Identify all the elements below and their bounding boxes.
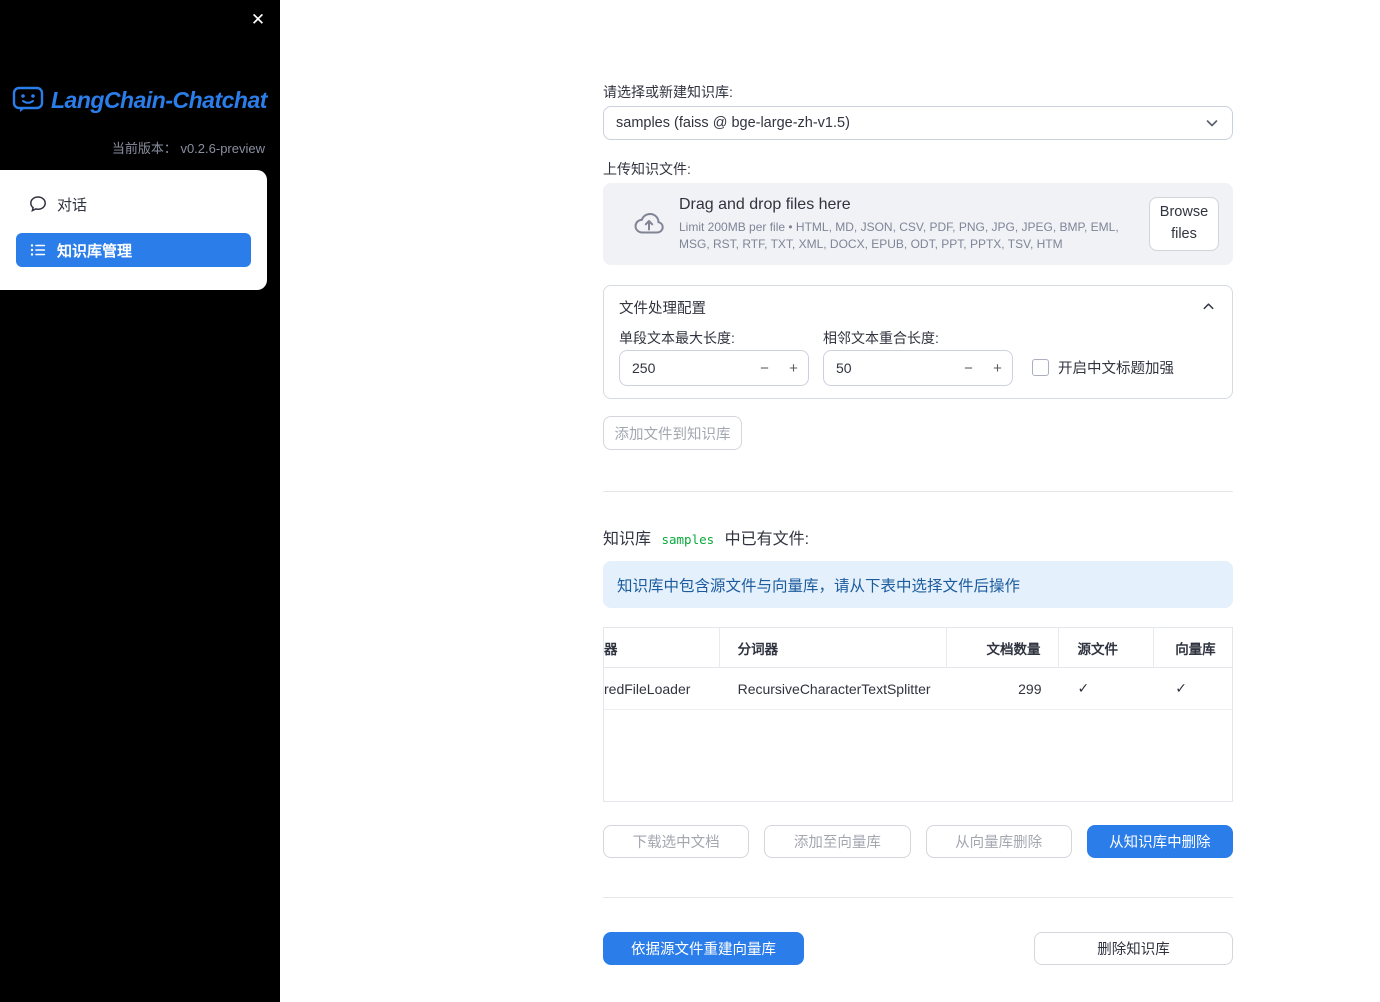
overlap-input[interactable]: 50 − + xyxy=(823,350,1013,386)
upload-label: 上传知识文件: xyxy=(603,161,691,177)
delete-from-vector-store-button[interactable]: 从向量库删除 xyxy=(925,825,1072,858)
cell-doc-count: 299 xyxy=(1018,680,1042,697)
table-header-row: 器 分词器 文档数量 源文件 向量库 xyxy=(604,628,1232,668)
chevron-up-icon[interactable] xyxy=(1201,299,1216,314)
sidebar-menu: 对话 知识库管理 xyxy=(0,170,267,290)
table-row[interactable]: redFileLoader RecursiveCharacterTextSpli… xyxy=(604,668,1232,710)
file-action-buttons: 下载选中文档 添加至向量库 从向量库删除 从知识库中删除 xyxy=(603,825,1233,858)
chevron-down-icon xyxy=(1204,115,1220,131)
add-to-vector-store-button[interactable]: 添加至向量库 xyxy=(764,825,911,858)
files-table[interactable]: 器 分词器 文档数量 源文件 向量库 redFileLoader Recursi… xyxy=(603,627,1233,802)
kb-select-value: samples (faiss @ bge-large-zh-v1.5) xyxy=(616,115,850,131)
info-message: 知识库中包含源文件与向量库，请从下表中选择文件后操作 xyxy=(603,561,1233,608)
kb-name-code: samples xyxy=(661,532,715,547)
cloud-upload-icon xyxy=(631,209,667,239)
checkbox-label: 开启中文标题加强 xyxy=(1058,361,1174,377)
increment-button[interactable]: + xyxy=(983,351,1012,385)
overlap-value: 50 xyxy=(836,360,852,376)
menu-item-label: 对话 xyxy=(57,196,88,214)
version-label: 当前版本： v0.2.6-preview xyxy=(111,141,265,156)
file-config-expander: 文件处理配置 单段文本最大长度: 250 − + 相邻文本重合长度: 50 − … xyxy=(603,285,1233,399)
sidebar: ✕ LangChain-Chatchat 当前版本： v0.2.6-previe… xyxy=(0,0,280,1002)
kb-select-label: 请选择或新建知识库: xyxy=(603,84,733,100)
checkbox-box[interactable] xyxy=(1032,359,1049,376)
column-header-vector-store[interactable]: 向量库 xyxy=(1154,628,1232,667)
sidebar-item-dialogue[interactable]: 对话 xyxy=(16,187,251,221)
increment-button[interactable]: + xyxy=(779,351,808,385)
decrement-button[interactable]: − xyxy=(954,351,983,385)
dropzone-title: Drag and drop files here xyxy=(679,196,851,214)
existing-files-suffix: 中已有文件: xyxy=(724,531,810,548)
max-length-label: 单段文本最大长度: xyxy=(619,330,735,346)
rebuild-vector-store-button[interactable]: 依据源文件重建向量库 xyxy=(603,932,804,965)
chat-bubble-icon xyxy=(29,195,47,213)
cell-splitter: RecursiveCharacterTextSplitter xyxy=(737,680,931,697)
max-length-input[interactable]: 250 − + xyxy=(619,350,809,386)
existing-files-prefix: 知识库 xyxy=(603,531,652,548)
column-header-loader[interactable]: 器 xyxy=(604,628,720,667)
logo: LangChain-Chatchat xyxy=(12,86,267,114)
logo-text: LangChain-Chatchat xyxy=(51,86,267,113)
expander-title: 文件处理配置 xyxy=(619,301,706,317)
sidebar-item-knowledge-base[interactable]: 知识库管理 xyxy=(16,233,251,267)
delete-kb-button[interactable]: 删除知识库 xyxy=(1034,932,1233,965)
cell-loader: redFileLoader xyxy=(604,680,691,697)
column-header-doc-count[interactable]: 文档数量 xyxy=(947,628,1060,667)
chat-logo-icon xyxy=(12,86,44,114)
existing-files-heading: 知识库 samples 中已有文件: xyxy=(603,525,809,549)
close-sidebar-button[interactable]: ✕ xyxy=(244,6,272,34)
zh-title-enhance-checkbox[interactable]: 开启中文标题加强 xyxy=(1032,357,1174,378)
kb-select[interactable]: samples (faiss @ bge-large-zh-v1.5) xyxy=(603,106,1233,140)
overlap-label: 相邻文本重合长度: xyxy=(823,330,939,346)
cell-vector-store-check: ✓ xyxy=(1175,680,1187,696)
divider xyxy=(603,897,1233,898)
add-files-to-kb-button[interactable]: 添加文件到知识库 xyxy=(603,416,742,450)
delete-from-kb-button[interactable]: 从知识库中删除 xyxy=(1086,825,1233,858)
menu-item-label: 知识库管理 xyxy=(57,242,133,260)
decrement-button[interactable]: − xyxy=(750,351,779,385)
column-header-source-file[interactable]: 源文件 xyxy=(1059,628,1155,667)
divider xyxy=(603,491,1233,492)
dropzone-subtitle: Limit 200MB per file • HTML, MD, JSON, C… xyxy=(679,220,1119,251)
file-dropzone[interactable]: Drag and drop files here Limit 200MB per… xyxy=(603,183,1233,265)
dropzone-text: Drag and drop files here Limit 200MB per… xyxy=(679,196,1149,251)
download-selected-button[interactable]: 下载选中文档 xyxy=(603,825,750,858)
list-icon xyxy=(29,241,47,259)
cell-source-file-check: ✓ xyxy=(1077,680,1090,696)
browse-files-button[interactable]: Browse files xyxy=(1148,197,1219,251)
max-length-value: 250 xyxy=(632,360,656,376)
column-header-splitter[interactable]: 分词器 xyxy=(720,628,947,667)
main-content: 请选择或新建知识库: samples (faiss @ bge-large-zh… xyxy=(603,0,1233,1002)
